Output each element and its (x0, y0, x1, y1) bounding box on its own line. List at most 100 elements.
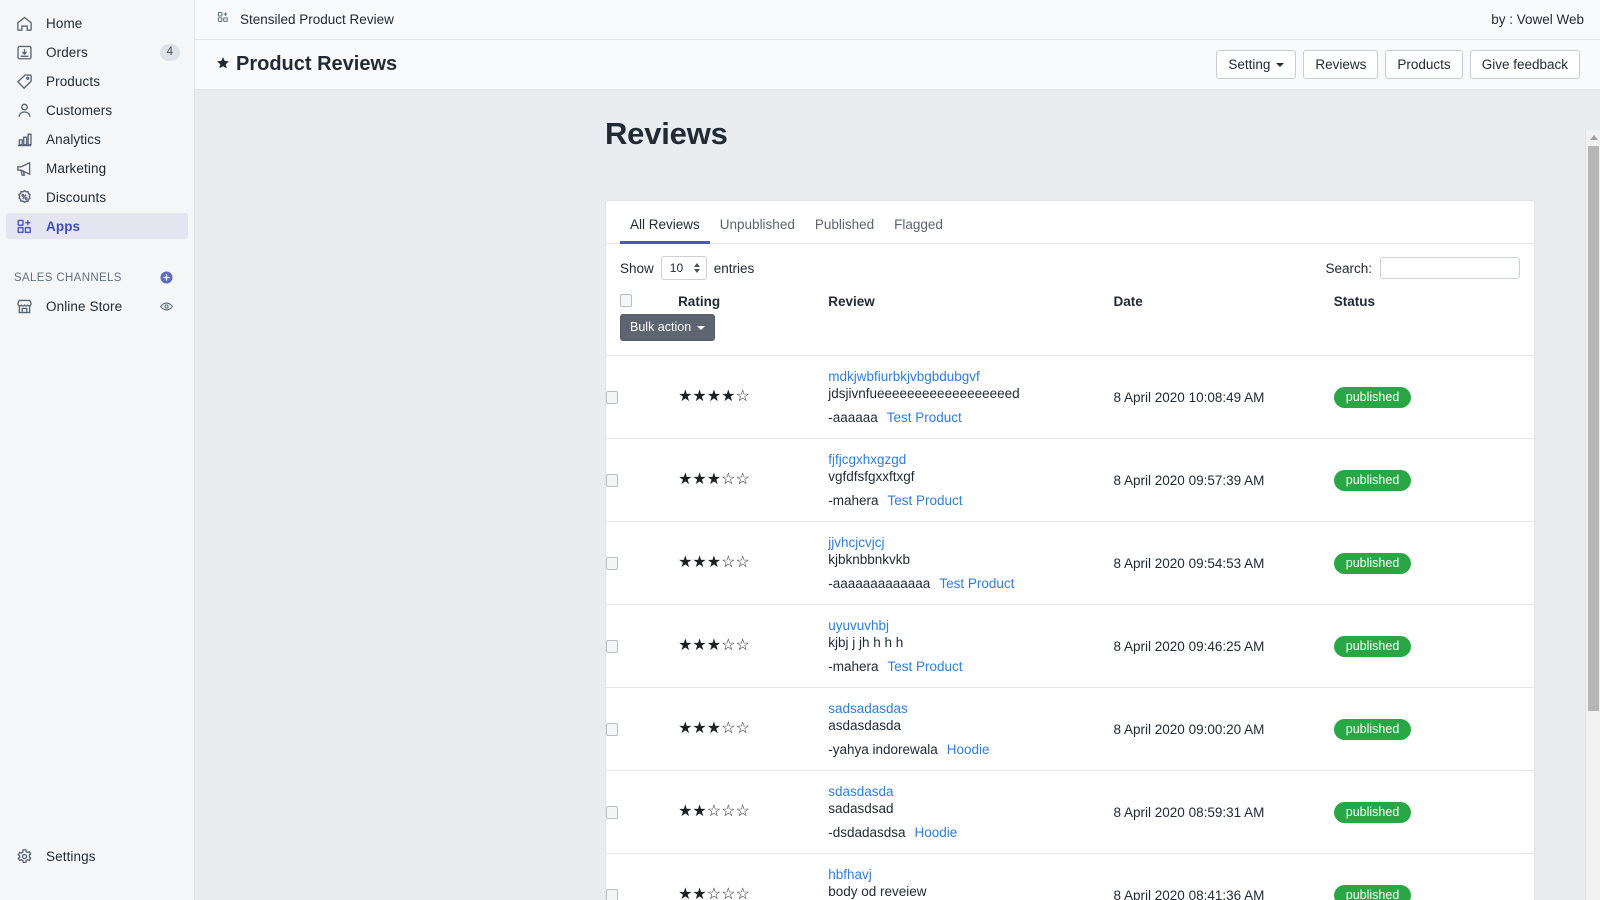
review-product-link[interactable]: Hoodie (947, 742, 990, 757)
star-rating: ★★★★☆ (678, 388, 750, 405)
table-row: ★★★☆☆ jjvhcjcvjcj kjbknbbnkvkb -aaaaaaaaaaa… (606, 521, 1534, 605)
sidebar-item-label: Settings (46, 848, 96, 864)
reviews-button[interactable]: Reviews (1303, 50, 1379, 79)
status-badge[interactable]: published (1333, 801, 1412, 823)
row-select-checkbox[interactable] (606, 639, 618, 653)
review-title-link[interactable]: mdkjwbfiurbkjvbgbdubgvf (828, 369, 1113, 384)
status-badge[interactable]: published (1333, 884, 1412, 900)
header-review[interactable]: Review (828, 286, 1114, 356)
tab-flagged[interactable]: Flagged (884, 213, 953, 244)
sidebar-item-products[interactable]: Products (6, 68, 188, 94)
store-icon (14, 296, 34, 316)
row-select-checkbox[interactable] (606, 722, 618, 736)
tab-published[interactable]: Published (805, 213, 884, 244)
review-title-link[interactable]: uyuvuvhbj (828, 618, 1113, 633)
tab-unpublished[interactable]: Unpublished (710, 213, 805, 244)
status-badge[interactable]: published (1333, 469, 1412, 491)
status-cell: published (1333, 853, 1534, 900)
review-title-link[interactable]: hbfhavj (828, 867, 1113, 882)
review-cell: uyuvuvhbj kjbj j jh h h h -mahera Test Prod… (828, 604, 1114, 688)
main-region: Stensiled Product Review by : Vowel Web … (195, 0, 1600, 900)
reviews-tabs: All Reviews Unpublished Published Flagge… (606, 201, 1534, 244)
header-date[interactable]: Date (1113, 286, 1334, 356)
marketing-icon (14, 158, 34, 178)
app-credit: by : Vowel Web (1491, 12, 1584, 27)
status-badge[interactable]: published (1333, 718, 1412, 740)
add-channel-icon[interactable] (159, 270, 174, 285)
status-cell: published (1333, 770, 1534, 854)
review-product-link[interactable]: Test Product (887, 410, 962, 425)
gear-icon (14, 846, 34, 866)
search-input[interactable] (1380, 257, 1520, 279)
rating-cell: ★★★★☆ (678, 355, 829, 439)
review-title-link[interactable]: fjfjcgxhxgzgd (828, 452, 1113, 467)
sidebar-item-label: Orders (46, 44, 88, 60)
rating-cell: ★★★☆☆ (678, 521, 829, 605)
status-badge[interactable]: published (1333, 386, 1412, 408)
sidebar-item-label: Home (46, 15, 83, 31)
review-cell: sadsadasdas asdasdasda -yahya indorewala Ho… (828, 687, 1114, 771)
sidebar-item-analytics[interactable]: Analytics (6, 126, 188, 152)
review-cell: jjvhcjcvjcj kjbknbbnkvkb -aaaaaaaaaaaaa Tes… (828, 521, 1114, 605)
select-all-checkbox[interactable] (620, 294, 632, 307)
row-select-checkbox[interactable] (606, 473, 618, 487)
scrollbar-thumb[interactable] (1588, 146, 1599, 711)
table-clip: Bulk action Rating Review Date Status ★★… (606, 286, 1534, 900)
content-inner: Reviews All Reviews Unpublished Publishe… (195, 90, 1600, 900)
row-select-cell (606, 355, 679, 439)
sidebar-item-label: Marketing (46, 160, 107, 176)
vertical-scrollbar[interactable] (1585, 130, 1600, 900)
sidebar-item-label: Apps (46, 218, 81, 234)
review-date: 8 April 2020 10:08:49 AM (1113, 355, 1334, 439)
page-size-select[interactable]: 10 (660, 256, 707, 280)
review-footer: -yahya indorewala Hoodie (828, 742, 1113, 757)
row-select-checkbox[interactable] (606, 805, 618, 819)
setting-button[interactable]: Setting (1216, 50, 1297, 79)
header-select-all: Bulk action (606, 286, 716, 356)
status-cell: published (1333, 687, 1534, 771)
give-feedback-button[interactable]: Give feedback (1469, 50, 1580, 79)
apps-grid-icon (216, 10, 230, 29)
sidebar-item-settings[interactable]: Settings (6, 843, 188, 869)
row-select-cell (606, 604, 679, 688)
rating-cell: ★★★☆☆ (678, 438, 829, 522)
status-badge[interactable]: published (1333, 552, 1412, 574)
row-select-checkbox[interactable] (606, 390, 618, 404)
review-footer: -mahera Test Product (828, 659, 1113, 674)
tab-all-reviews[interactable]: All Reviews (620, 213, 710, 244)
sidebar-item-home[interactable]: Home (6, 10, 188, 36)
review-footer: -aaaaaa Test Product (828, 410, 1113, 425)
sidebar-section-sales-channels: SALES CHANNELS (14, 270, 188, 285)
sidebar-item-label: Products (46, 73, 101, 89)
row-select-checkbox[interactable] (606, 556, 618, 570)
review-product-link[interactable]: Test Product (888, 493, 963, 508)
sidebar-item-apps[interactable]: Apps (6, 213, 188, 239)
review-author: -yahya indorewala (828, 742, 938, 757)
review-body: kjbknbbnkvkb (828, 552, 911, 567)
preview-store-icon[interactable] (159, 299, 174, 314)
bulk-action-button[interactable]: Bulk action (620, 314, 716, 341)
star-rating: ★★★☆☆ (678, 720, 750, 737)
scroll-up-arrow-icon[interactable] (1586, 130, 1600, 144)
status-badge[interactable]: published (1333, 635, 1412, 657)
review-title-link[interactable]: jjvhcjcvjcj (828, 535, 1113, 550)
review-product-link[interactable]: Hoodie (915, 825, 958, 840)
sidebar-item-marketing[interactable]: Marketing (6, 155, 188, 181)
row-select-checkbox[interactable] (606, 888, 618, 900)
review-product-link[interactable]: Test Product (939, 576, 1014, 591)
orders-badge: 4 (159, 43, 180, 61)
review-product-link[interactable]: Test Product (888, 659, 963, 674)
show-label: Show (620, 260, 654, 276)
review-body: vgfdfsfgxxftxgf (828, 469, 915, 484)
sidebar-item-online-store[interactable]: Online Store (6, 293, 188, 319)
sidebar-item-customers[interactable]: Customers (6, 97, 188, 123)
search-control: Search: (1325, 257, 1520, 279)
app-title: Stensiled Product Review (240, 12, 394, 27)
review-title-link[interactable]: sadsadasdas (828, 701, 1113, 716)
review-title-link[interactable]: sdasdasda (828, 784, 1113, 799)
header-status[interactable]: Status (1333, 286, 1534, 356)
sidebar-item-orders[interactable]: Orders 4 (6, 39, 188, 65)
sidebar-item-discounts[interactable]: Discounts (6, 184, 188, 210)
review-footer: -aaaaaaaaaaaaa Test Product (828, 576, 1113, 591)
products-button[interactable]: Products (1385, 50, 1463, 79)
